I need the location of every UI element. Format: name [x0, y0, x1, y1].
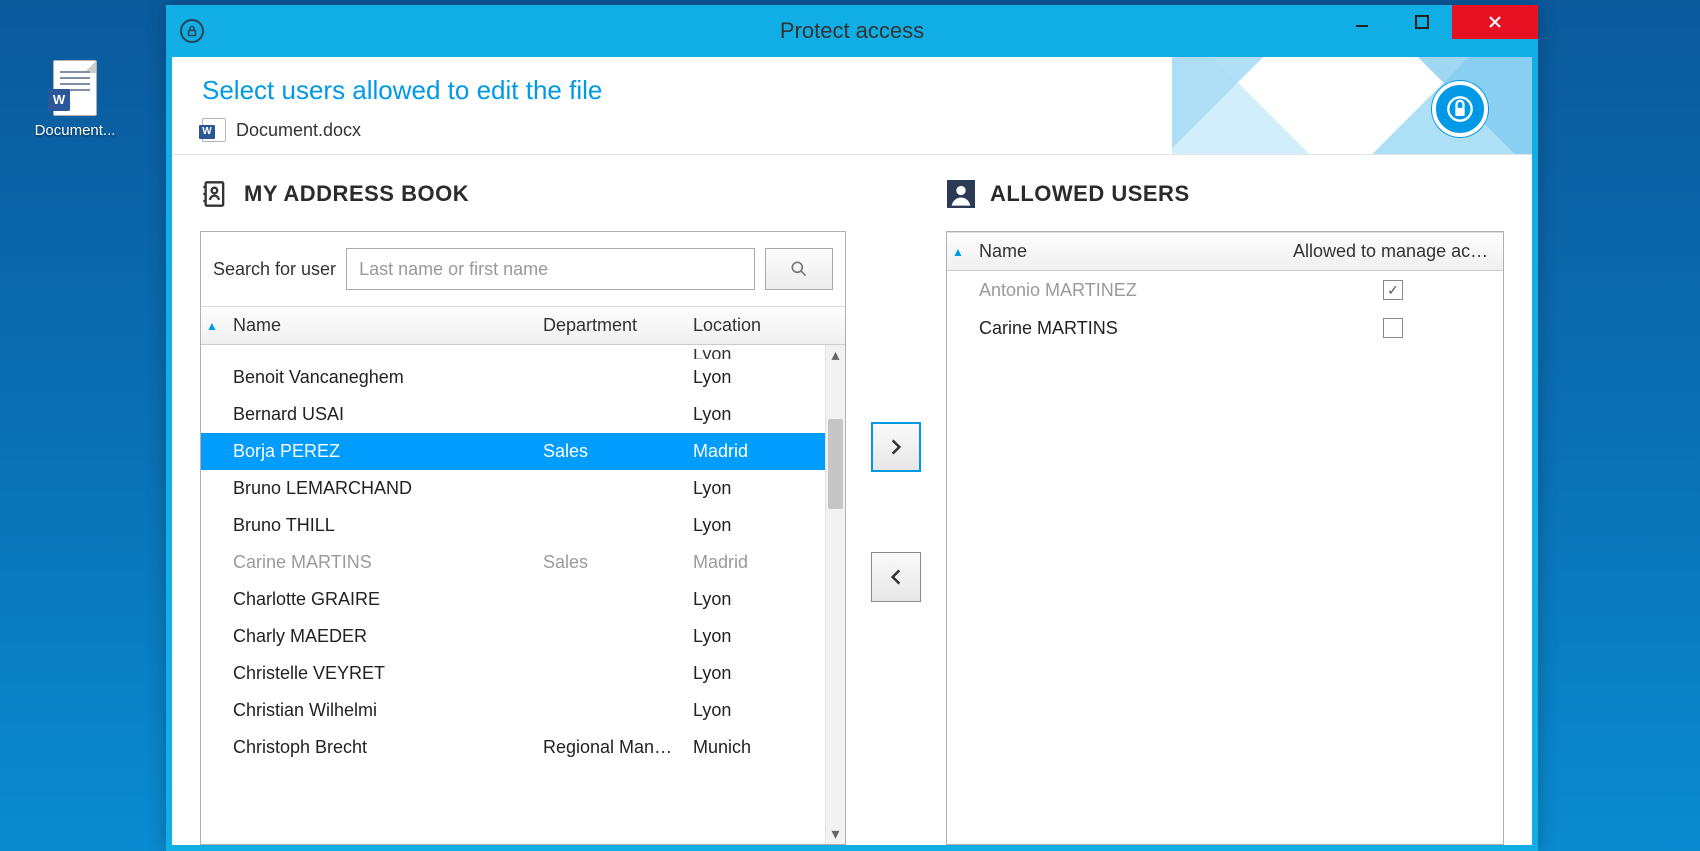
cell-department [533, 703, 683, 719]
cell-location: Lyon [683, 692, 845, 729]
scroll-up-button[interactable]: ▴ [826, 345, 845, 365]
table-row[interactable]: Christoph BrechtRegional Mana...Munich [201, 729, 845, 766]
cell-name: Charly MAEDER [223, 618, 533, 655]
maximize-button[interactable] [1392, 5, 1452, 39]
word-document-icon: W [53, 60, 97, 116]
cell-name: Christian Wilhelmi [223, 692, 533, 729]
cell-name: Antonio MARTINEZ [969, 272, 1283, 309]
table-row[interactable]: Antonio MARTINEZ ✓ [947, 271, 1503, 309]
cell-name: Charlotte GRAIRE [223, 581, 533, 618]
manage-access-checkbox[interactable] [1383, 318, 1403, 338]
protect-access-window: Protect access Select users allowed to e… [166, 5, 1538, 851]
allowed-users-panel: ALLOWED USERS ▲ Name Allowed to manage a… [946, 179, 1504, 845]
cell-location: Lyon [683, 359, 845, 396]
target-file-name: Document.docx [236, 120, 361, 141]
sort-indicator-icon[interactable]: ▲ [201, 319, 223, 333]
address-book-icon [200, 179, 230, 209]
close-button[interactable] [1452, 5, 1538, 39]
cell-department [533, 629, 683, 645]
address-book-box: Search for user ▲ Name Department Locati… [200, 231, 846, 845]
address-book-title: MY ADDRESS BOOK [244, 181, 469, 207]
cell-department [533, 518, 683, 534]
search-label: Search for user [213, 259, 336, 280]
table-row[interactable]: Charlotte GRAIRE Lyon [201, 581, 845, 618]
table-row[interactable]: Christelle VEYRET Lyon [201, 655, 845, 692]
cell-name: Bruno THILL [223, 507, 533, 544]
column-department[interactable]: Department [533, 307, 683, 344]
cell-name: Benoit Vancaneghem [223, 359, 533, 396]
search-input[interactable] [346, 248, 755, 290]
address-book-panel: MY ADDRESS BOOK Search for user ▲ Name [200, 179, 846, 845]
column-name[interactable]: Name [969, 233, 1283, 270]
app-lock-icon [180, 19, 204, 43]
cell-location: Madrid [683, 544, 845, 581]
column-allow[interactable]: Allowed to manage access [1283, 233, 1503, 270]
cell-location: Lyon [683, 470, 845, 507]
table-row[interactable]: Benoit Vancaneghem Lyon [201, 359, 845, 396]
table-row[interactable]: Carine MARTINS [947, 309, 1503, 347]
scroll-down-button[interactable]: ▾ [826, 824, 845, 844]
titlebar[interactable]: Protect access [166, 5, 1538, 57]
table-row[interactable]: Christian Wilhelmi Lyon [201, 692, 845, 729]
cell-location: Madrid [683, 433, 845, 470]
transfer-buttons [866, 179, 926, 845]
allowed-users-box: ▲ Name Allowed to manage access Antonio … [946, 231, 1504, 845]
word-file-icon [202, 118, 226, 142]
cell-name: Carine MARTINS [969, 310, 1283, 347]
cell-location: Lyon [683, 581, 845, 618]
cell-department [533, 666, 683, 682]
table-row[interactable]: Charly MAEDER Lyon [201, 618, 845, 655]
cell-department: Sales [533, 544, 683, 581]
sort-indicator-icon[interactable]: ▲ [947, 245, 969, 259]
client-area: Select users allowed to edit the file Do… [172, 57, 1532, 845]
cell-name: Bernard USAI [223, 396, 533, 433]
table-row[interactable]: Lyon [201, 345, 845, 359]
column-name[interactable]: Name [223, 307, 533, 344]
manage-access-checkbox[interactable]: ✓ [1383, 280, 1403, 300]
cell-name: Borja PEREZ [223, 433, 533, 470]
dialog-header: Select users allowed to edit the file Do… [172, 57, 1532, 155]
search-button[interactable] [765, 248, 833, 290]
cell-name: Christoph Brecht [223, 729, 533, 766]
address-book-header-row[interactable]: ▲ Name Department Location [201, 306, 845, 345]
cell-department [533, 407, 683, 423]
cell-location: Lyon [683, 618, 845, 655]
cell-name: Bruno LEMARCHAND [223, 470, 533, 507]
table-row[interactable]: Bruno LEMARCHAND Lyon [201, 470, 845, 507]
cell-location: Lyon [683, 349, 845, 359]
table-row[interactable]: Bruno THILL Lyon [201, 507, 845, 544]
cell-department [533, 370, 683, 386]
minimize-button[interactable] [1332, 5, 1392, 39]
add-user-button[interactable] [871, 422, 921, 472]
cell-department [533, 481, 683, 497]
cell-location: Munich [683, 729, 845, 766]
dialog-heading: Select users allowed to edit the file [202, 75, 1502, 106]
address-book-scrollbar[interactable]: ▴ ▾ [825, 345, 845, 844]
target-file-row: Document.docx [202, 118, 1502, 142]
table-row[interactable]: Carine MARTINSSalesMadrid [201, 544, 845, 581]
table-row[interactable]: Bernard USAI Lyon [201, 396, 845, 433]
scroll-thumb[interactable] [828, 419, 843, 509]
table-row[interactable]: Borja PEREZSalesMadrid [201, 433, 845, 470]
column-location[interactable]: Location [683, 307, 845, 344]
cell-name: Carine MARTINS [223, 544, 533, 581]
cell-location: Lyon [683, 507, 845, 544]
allowed-header-row[interactable]: ▲ Name Allowed to manage access [947, 232, 1503, 271]
desktop-file-icon[interactable]: W Document... [30, 60, 120, 139]
shield-lock-icon [1432, 81, 1488, 137]
allowed-users-title: ALLOWED USERS [990, 181, 1190, 207]
cell-department [533, 592, 683, 608]
remove-user-button[interactable] [871, 552, 921, 602]
desktop-file-label: Document... [30, 122, 120, 139]
cell-department: Regional Mana... [533, 729, 683, 766]
cell-location: Lyon [683, 396, 845, 433]
cell-department: Sales [533, 433, 683, 470]
cell-name: Christelle VEYRET [223, 655, 533, 692]
cell-location: Lyon [683, 655, 845, 692]
user-icon [946, 179, 976, 209]
